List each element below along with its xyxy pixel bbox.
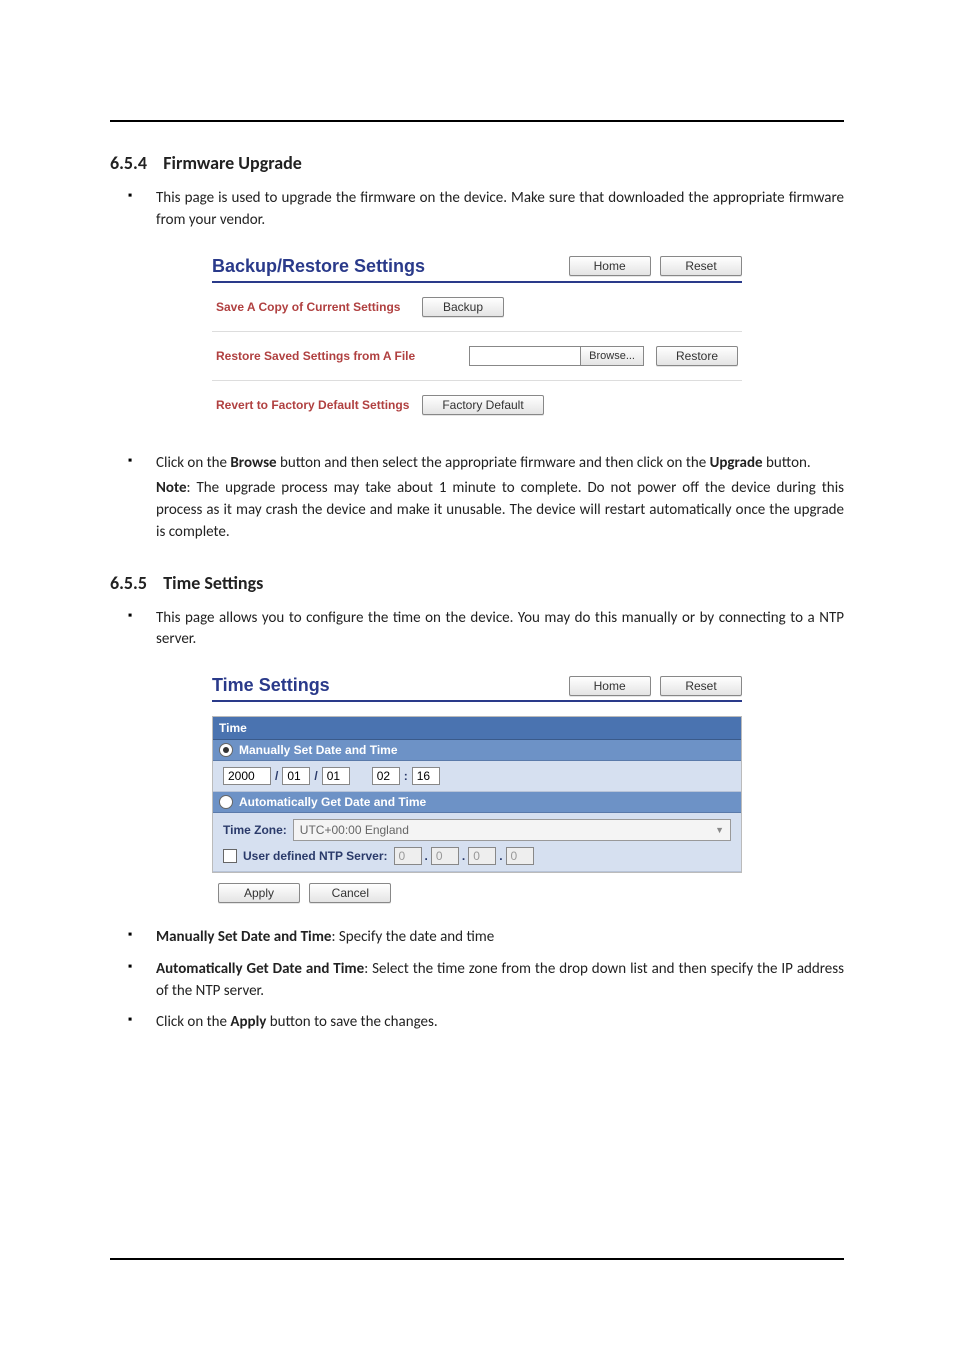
reset-button[interactable]: Reset: [660, 256, 742, 276]
backup-button[interactable]: Backup: [422, 297, 504, 317]
s1-click-instruction: Click on the Browse button and then sele…: [110, 453, 844, 544]
chevron-down-icon: ▼: [715, 825, 724, 835]
s2-intro: This page allows you to configure the ti…: [110, 608, 844, 652]
auto-radio[interactable]: [219, 795, 233, 809]
ntp-ip-3[interactable]: [468, 847, 496, 865]
section-1-heading: 6.5.4 Firmware Upgrade: [110, 152, 844, 174]
apply-word: Apply: [230, 1013, 266, 1031]
manual-radio[interactable]: [219, 743, 233, 757]
s2-bullet-apply: Click on the Apply button to save the ch…: [110, 1012, 844, 1034]
colon-sep: :: [404, 769, 408, 783]
timezone-select[interactable]: UTC+00:00 England ▼: [293, 819, 731, 841]
home-button[interactable]: Home: [569, 676, 651, 696]
factory-default-button[interactable]: Factory Default: [422, 395, 544, 415]
cancel-button[interactable]: Cancel: [309, 883, 391, 903]
time-panel: Time Manually Set Date and Time / / :: [212, 716, 742, 873]
upgrade-word: Upgrade: [710, 454, 763, 472]
label: Manually Set Date and Time: [156, 928, 331, 946]
s2-bullet-auto: Automatically Get Date and Time: Select …: [110, 959, 844, 1003]
panel-title: Time: [213, 717, 741, 740]
hour-input[interactable]: [372, 767, 400, 785]
restore-button[interactable]: Restore: [656, 346, 738, 366]
file-input[interactable]: Browse...: [469, 346, 644, 366]
dot-sep: .: [499, 849, 502, 863]
dot-sep: .: [425, 849, 428, 863]
section-1-title: Firmware Upgrade: [163, 152, 302, 174]
s1-intro: This page is used to upgrade the firmwar…: [110, 188, 844, 232]
s2-bullet-manual: Manually Set Date and Time: Specify the …: [110, 927, 844, 949]
section-2-title: Time Settings: [163, 572, 263, 594]
text: button to save the changes.: [266, 1013, 437, 1031]
ntp-ip-1[interactable]: [394, 847, 422, 865]
browse-word: Browse: [230, 454, 276, 472]
slash-sep: /: [314, 769, 317, 783]
manual-header[interactable]: Manually Set Date and Time: [213, 740, 741, 761]
bottom-rule: [110, 1258, 844, 1260]
label: Automatically Get Date and Time: [156, 960, 364, 978]
top-rule: [110, 120, 844, 122]
manual-label: Manually Set Date and Time: [239, 743, 398, 757]
apply-button[interactable]: Apply: [218, 883, 300, 903]
save-copy-label: Save A Copy of Current Settings: [216, 300, 416, 314]
timezone-label: Time Zone:: [223, 823, 287, 837]
home-button[interactable]: Home: [569, 256, 651, 276]
fig1-title: Backup/Restore Settings: [212, 256, 425, 277]
time-settings-figure: Time Settings Home Reset Time Manually S…: [212, 673, 742, 903]
section-2-number: 6.5.5: [110, 572, 147, 594]
timezone-value: UTC+00:00 England: [300, 823, 409, 837]
note-body: : The upgrade process may take about 1 m…: [156, 479, 844, 541]
text: Click on the: [156, 454, 230, 472]
auto-header[interactable]: Automatically Get Date and Time: [213, 792, 741, 813]
text: : Specify the date and time: [331, 928, 494, 946]
backup-restore-figure: Backup/Restore Settings Home Reset Save …: [212, 254, 742, 429]
auto-label: Automatically Get Date and Time: [239, 795, 426, 809]
year-input[interactable]: [223, 767, 271, 785]
restore-from-file-label: Restore Saved Settings from A File: [216, 349, 416, 363]
ntp-checkbox[interactable]: [223, 849, 237, 863]
revert-factory-label: Revert to Factory Default Settings: [216, 398, 416, 412]
ntp-label: User defined NTP Server:: [243, 849, 388, 863]
slash-sep: /: [275, 769, 278, 783]
month-input[interactable]: [282, 767, 310, 785]
ntp-ip-2[interactable]: [431, 847, 459, 865]
reset-button[interactable]: Reset: [660, 676, 742, 696]
text: Click on the: [156, 1013, 230, 1031]
ntp-ip-4[interactable]: [506, 847, 534, 865]
browse-button[interactable]: Browse...: [580, 347, 643, 365]
text: button and then select the appropriate f…: [277, 454, 710, 472]
text: button.: [763, 454, 811, 472]
section-1-number: 6.5.4: [110, 152, 147, 174]
section-2-heading: 6.5.5 Time Settings: [110, 572, 844, 594]
dot-sep: .: [462, 849, 465, 863]
fig2-title: Time Settings: [212, 675, 330, 696]
minute-input[interactable]: [412, 767, 440, 785]
day-input[interactable]: [322, 767, 350, 785]
note-label: Note: [156, 479, 187, 497]
